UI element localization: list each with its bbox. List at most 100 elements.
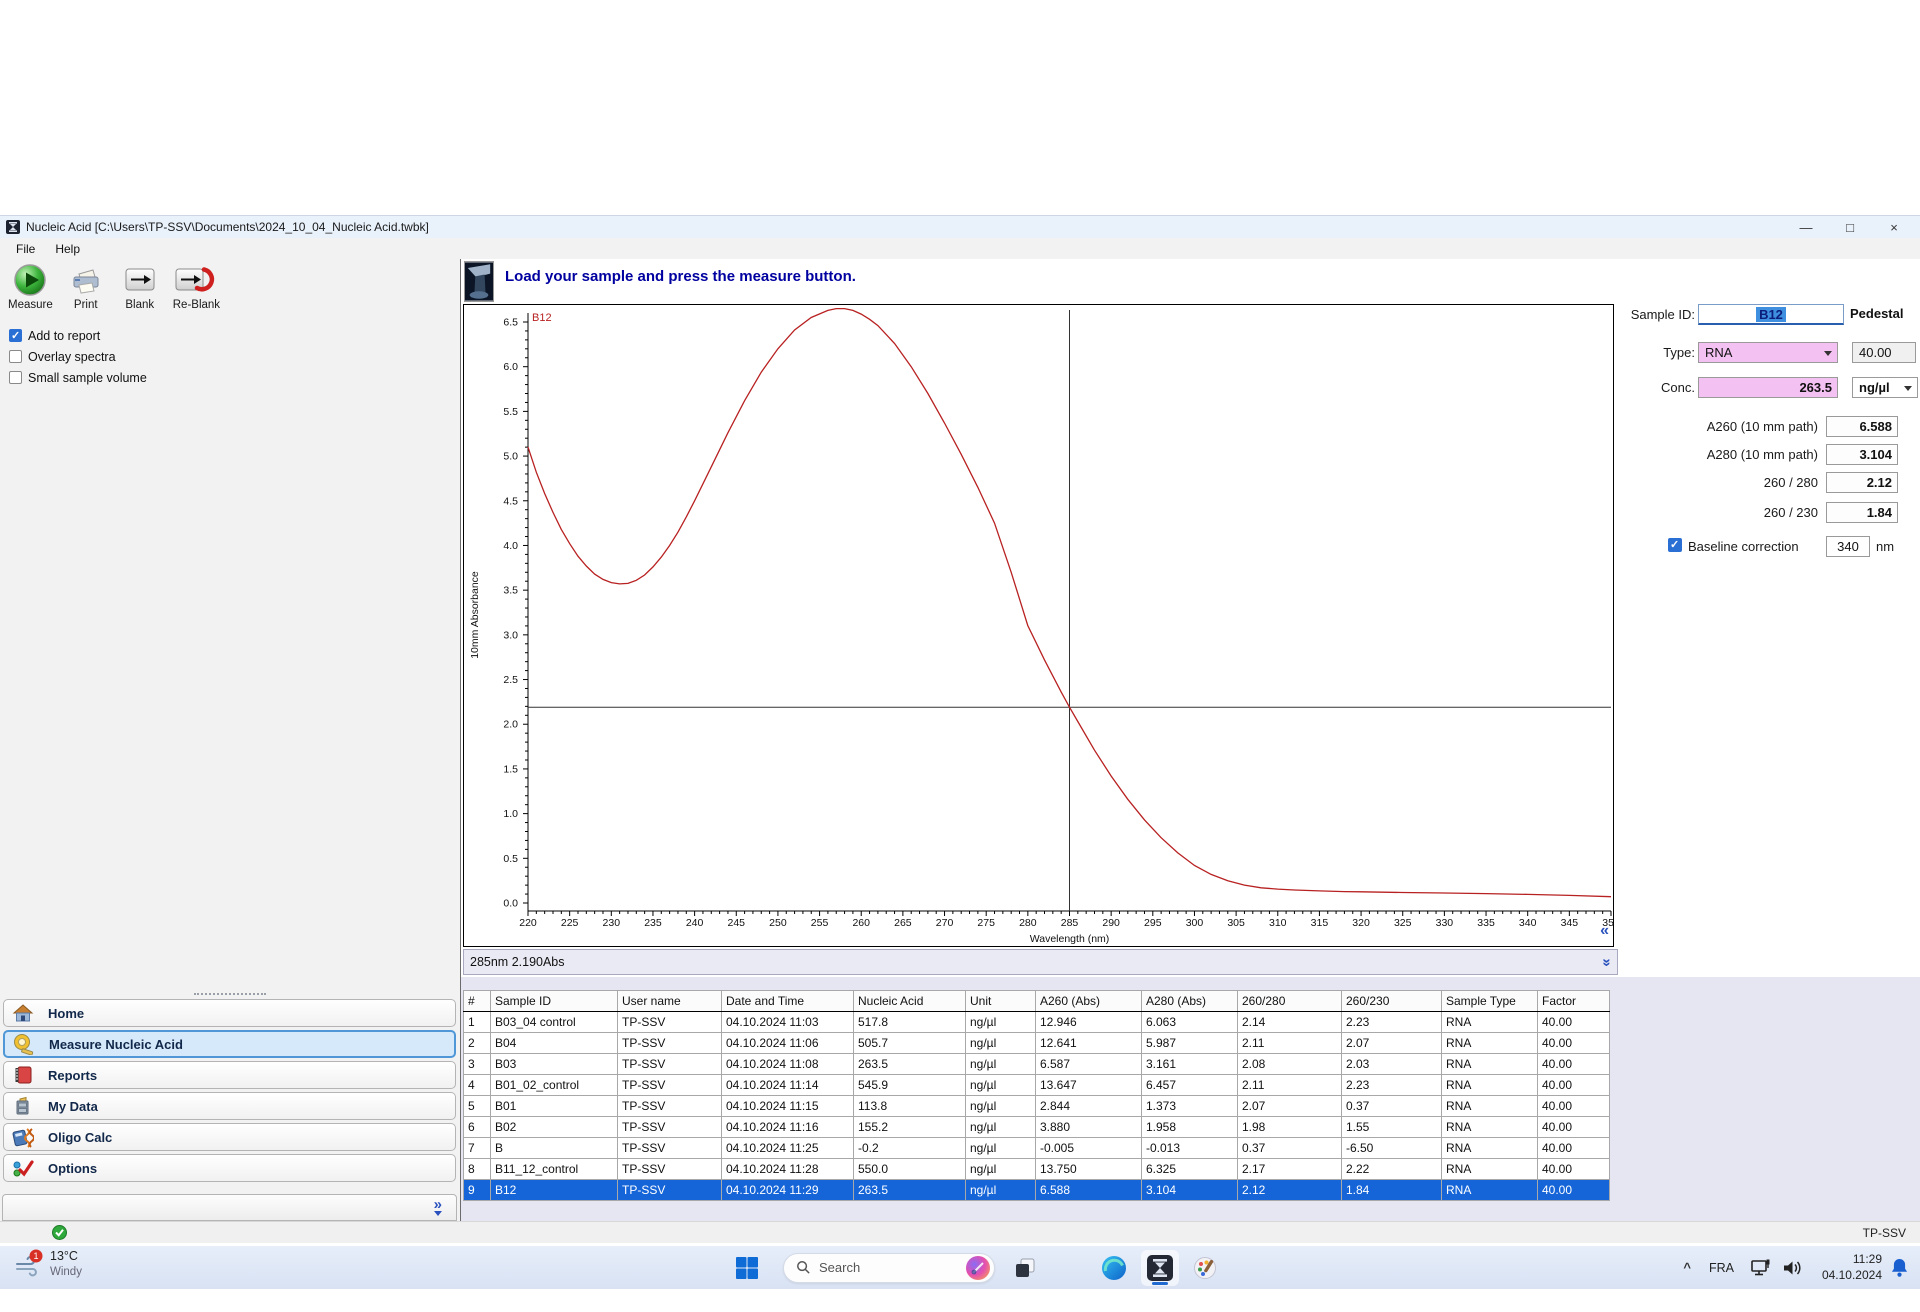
- type-factor-value: 40.00: [1859, 345, 1892, 360]
- sidebar-item-label: Reports: [48, 1067, 98, 1083]
- cursor-readout-strip: 285nm 2.190Abs »: [463, 949, 1618, 975]
- pedestal-icon: [464, 261, 494, 302]
- col-header-num[interactable]: #: [463, 990, 491, 1012]
- sample-id-input[interactable]: B12: [1698, 304, 1844, 325]
- paint-app-button[interactable]: [1193, 1255, 1218, 1280]
- measure-icon: [13, 262, 47, 298]
- maximize-button[interactable]: □: [1828, 216, 1872, 238]
- collapse-sidebar-icon[interactable]: »: [434, 1197, 442, 1216]
- svg-text:305: 305: [1227, 917, 1245, 929]
- col-header-factor[interactable]: Factor: [1537, 990, 1610, 1012]
- sidebar-item-reports[interactable]: Reports: [3, 1061, 456, 1089]
- small-sample-volume-option[interactable]: Small sample volume: [9, 367, 460, 388]
- task-view-button[interactable]: [1013, 1256, 1037, 1280]
- splitter-handle[interactable]: [193, 993, 266, 995]
- search-box[interactable]: Search: [783, 1252, 995, 1283]
- language-indicator[interactable]: FRA: [1709, 1261, 1734, 1275]
- table-row[interactable]: 6 B02 TP-SSV 04.10.2024 11:16 155.2 ng/µ…: [463, 1116, 1610, 1138]
- print-button[interactable]: Print: [65, 262, 107, 311]
- measure-button[interactable]: Measure: [8, 262, 53, 311]
- sidebar-item-oligo-calc[interactable]: Oligo Calc: [3, 1123, 456, 1151]
- baseline-correction-checkbox[interactable]: [1668, 538, 1682, 552]
- a280-value: 3.104: [1859, 447, 1892, 462]
- clock[interactable]: 11:29 04.10.2024: [1822, 1252, 1882, 1283]
- overlay-spectra-option[interactable]: Overlay spectra: [9, 346, 460, 367]
- conc-label: Conc.: [1661, 380, 1695, 395]
- reblank-button[interactable]: Re-Blank: [173, 262, 220, 311]
- overlay-spectra-checkbox[interactable]: [9, 350, 22, 363]
- svg-text:1.0: 1.0: [503, 808, 518, 820]
- svg-text:5.5: 5.5: [503, 406, 518, 418]
- col-header-a260[interactable]: A260 (Abs): [1035, 990, 1142, 1012]
- nanodrop-app-button[interactable]: [1141, 1249, 1179, 1286]
- col-header-a280[interactable]: A280 (Abs): [1141, 990, 1238, 1012]
- table-row[interactable]: 7 B TP-SSV 04.10.2024 11:25 -0.2 ng/µl -…: [463, 1137, 1610, 1159]
- type-dropdown[interactable]: RNA: [1698, 342, 1838, 363]
- svg-text:2.0: 2.0: [503, 719, 518, 731]
- reblank-icon: [175, 262, 217, 298]
- table-row[interactable]: 9 B12 TP-SSV 04.10.2024 11:29 263.5 ng/µ…: [463, 1179, 1610, 1201]
- toolbar: Measure Print Blank Re-Blank: [0, 259, 460, 311]
- edge-browser-button[interactable]: [1101, 1255, 1127, 1281]
- conc-unit-dropdown[interactable]: ng/µl: [1852, 377, 1918, 398]
- menu-help[interactable]: Help: [47, 240, 88, 258]
- blank-button[interactable]: Blank: [119, 262, 161, 311]
- sidebar-item-measure-nucleic-acid[interactable]: Measure Nucleic Acid: [3, 1030, 456, 1058]
- close-button[interactable]: ×: [1872, 216, 1916, 238]
- small-sample-volume-checkbox[interactable]: [9, 371, 22, 384]
- svg-text:300: 300: [1186, 917, 1204, 929]
- current-user-label: TP-SSV: [1862, 1226, 1906, 1240]
- menu-file[interactable]: File: [8, 240, 43, 258]
- table-row[interactable]: 2 B04 TP-SSV 04.10.2024 11:06 505.7 ng/µ…: [463, 1032, 1610, 1054]
- col-header-260-280[interactable]: 260/280: [1237, 990, 1342, 1012]
- sidebar-item-my-data[interactable]: My Data: [3, 1092, 456, 1120]
- sidebar-item-home[interactable]: Home: [3, 999, 456, 1027]
- col-header-sample-type[interactable]: Sample Type: [1441, 990, 1538, 1012]
- col-header-260-230[interactable]: 260/230: [1341, 990, 1442, 1012]
- sidebar-nav: Home Measure Nucleic Acid Reports My Dat…: [2, 990, 457, 1221]
- sidebar-collapse-bar[interactable]: »: [2, 1194, 457, 1221]
- col-header-user-name[interactable]: User name: [617, 990, 722, 1012]
- weather-widget[interactable]: 1 13°C Windy: [14, 1249, 82, 1279]
- tray-overflow-button[interactable]: ^: [1683, 1260, 1691, 1275]
- ratio-260-280-value: 2.12: [1866, 475, 1892, 490]
- start-button[interactable]: [735, 1256, 759, 1280]
- sidebar-item-options[interactable]: Options: [3, 1154, 456, 1182]
- col-header-nucleic-acid[interactable]: Nucleic Acid: [853, 990, 966, 1012]
- app-icon: [6, 220, 20, 234]
- paint-icon: [1194, 1257, 1216, 1279]
- col-header-date-time[interactable]: Date and Time: [721, 990, 854, 1012]
- app-window: Nucleic Acid [C:\Users\TP-SSV\Documents\…: [0, 215, 1920, 1243]
- svg-text:0.0: 0.0: [503, 898, 518, 910]
- col-header-sample-id[interactable]: Sample ID: [490, 990, 618, 1012]
- left-panel: Measure Print Blank Re-Blank ✓ Add to re…: [0, 259, 461, 1221]
- collapse-chart-icon[interactable]: «: [1600, 922, 1609, 940]
- col-header-unit[interactable]: Unit: [965, 990, 1036, 1012]
- a280-field: 3.104: [1826, 444, 1898, 465]
- oligo-calc-icon: [12, 1128, 34, 1148]
- table-row[interactable]: 8 B11_12_control TP-SSV 04.10.2024 11:28…: [463, 1158, 1610, 1180]
- table-row[interactable]: 1 B03_04 control TP-SSV 04.10.2024 11:03…: [463, 1011, 1610, 1033]
- add-to-report-option[interactable]: Add to report: [9, 325, 460, 346]
- conc-field[interactable]: 263.5: [1698, 377, 1838, 398]
- expand-table-icon[interactable]: »: [1598, 958, 1615, 966]
- spectrum-chart[interactable]: 220 225 230 235 240 245 250 255 260 265 270 275 280 2…: [464, 305, 1613, 946]
- svg-text:340: 340: [1519, 917, 1537, 929]
- notifications-button[interactable]: [1891, 1258, 1908, 1277]
- bell-icon: [1891, 1259, 1908, 1277]
- svg-text:330: 330: [1436, 917, 1454, 929]
- table-row[interactable]: 3 B03 TP-SSV 04.10.2024 11:08 263.5 ng/µ…: [463, 1053, 1610, 1075]
- add-to-report-label: Add to report: [28, 328, 101, 343]
- table-row[interactable]: 5 B01 TP-SSV 04.10.2024 11:15 113.8 ng/µ…: [463, 1095, 1610, 1117]
- network-button[interactable]: [1750, 1258, 1772, 1278]
- table-row[interactable]: 4 B01_02_control TP-SSV 04.10.2024 11:14…: [463, 1074, 1610, 1096]
- add-to-report-checkbox[interactable]: [9, 329, 22, 342]
- type-factor-field[interactable]: 40.00: [1852, 342, 1916, 363]
- baseline-correction-label: Baseline correction: [1688, 539, 1799, 554]
- chevron-down-icon: [1824, 351, 1832, 356]
- minimize-button[interactable]: —: [1784, 216, 1828, 238]
- nanodrop-app-icon: [1147, 1254, 1173, 1281]
- baseline-wavelength-field[interactable]: 340: [1826, 536, 1870, 557]
- svg-text:335: 335: [1477, 917, 1495, 929]
- volume-button[interactable]: [1782, 1259, 1804, 1277]
